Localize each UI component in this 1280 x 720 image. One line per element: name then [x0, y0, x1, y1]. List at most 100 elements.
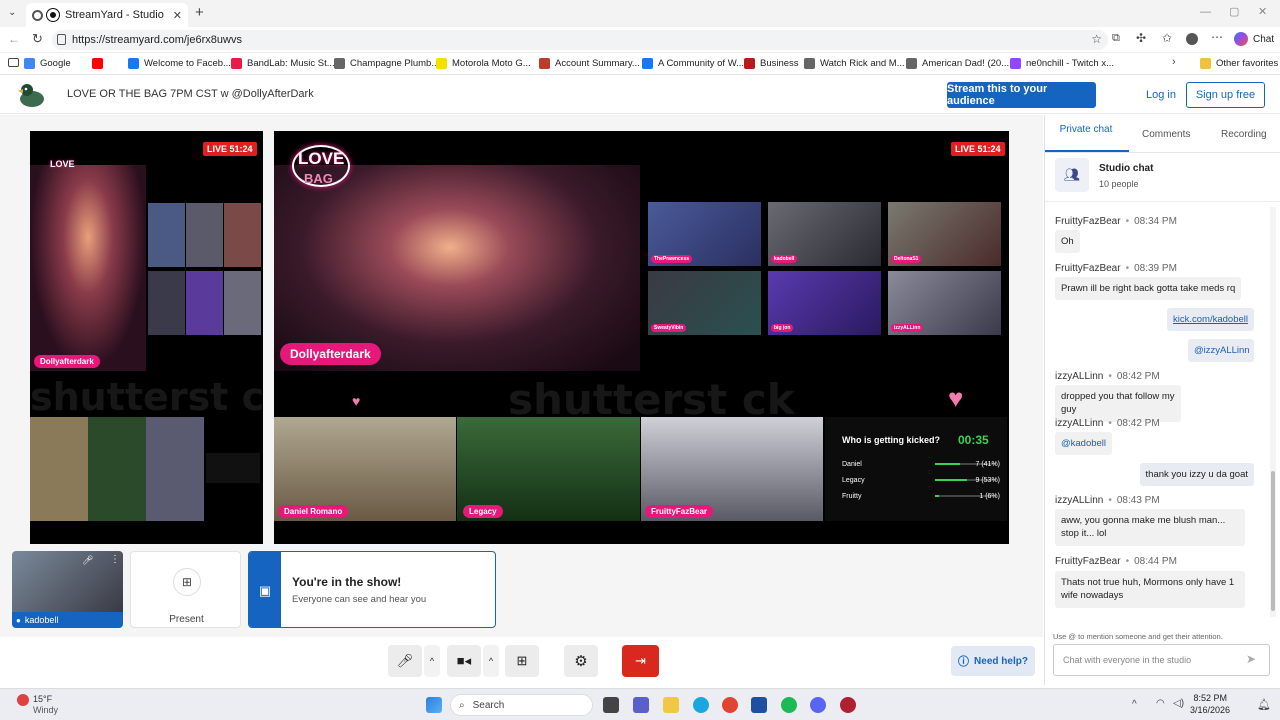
weather-desc[interactable]: Windy — [33, 705, 58, 715]
tab-private-chat[interactable]: Private chat — [1057, 123, 1115, 136]
stream-to-audience-button[interactable]: Stream this to your audience — [947, 82, 1096, 108]
bookmarks-more-chevron-icon[interactable]: › — [1172, 56, 1176, 68]
bookmark-label: Watch Rick and M... — [820, 58, 905, 69]
message-author: FruittyFazBear — [1055, 263, 1121, 274]
discord-icon[interactable] — [810, 697, 826, 713]
notification-bell-icon[interactable]: 🔔︎ — [1257, 698, 1271, 711]
task-view-icon[interactable] — [603, 697, 619, 713]
live-badge: LIVE 51:24 — [203, 142, 257, 156]
collections-icon[interactable] — [8, 58, 19, 67]
bookmark-item[interactable]: Welcome to Faceb... — [128, 58, 231, 69]
weather-alert-icon[interactable] — [17, 694, 29, 706]
bottom-guest-2: Legacy — [457, 417, 640, 521]
profile-icon[interactable] — [1186, 33, 1198, 45]
refresh-icon[interactable]: ↻ — [32, 31, 43, 47]
puzzle-icon[interactable]: ✣ — [1136, 31, 1146, 45]
bookmark-item[interactable] — [92, 58, 108, 69]
bookmark-label: Motorola Moto G... — [452, 58, 531, 69]
message-time: 08:39 PM — [1134, 263, 1177, 274]
bookmark-item[interactable]: ne0nchill - Twitch x... — [1010, 58, 1114, 69]
edge-icon[interactable] — [693, 697, 709, 713]
scrollbar-thumb[interactable] — [1271, 471, 1275, 611]
more-icon[interactable]: ⋯ — [1211, 30, 1223, 44]
browser-tab-strip: ⌄ StreamYard - Studio ✕ + — ▢ ✕ — [0, 0, 1280, 27]
send-icon[interactable]: ➤ — [1246, 652, 1256, 666]
maximize-icon[interactable]: ▢ — [1229, 5, 1239, 18]
wifi-icon[interactable]: ◠ — [1156, 698, 1165, 709]
browser-tab[interactable]: StreamYard - Studio ✕ — [26, 3, 188, 27]
back-icon[interactable]: ← — [8, 32, 20, 46]
poll-option-result: 9 (53%) — [975, 476, 1000, 484]
url-field[interactable]: https://streamyard.com/je6rx8uwvs ☆ — [52, 30, 1108, 50]
message-text: Thats not true huh, Mormons only have 1 … — [1055, 571, 1245, 608]
camera-options-button[interactable]: ^ — [483, 645, 499, 677]
file-explorer-icon[interactable] — [663, 697, 679, 713]
bookmark-item[interactable]: Account Summary... — [539, 58, 640, 69]
self-menu-icon[interactable]: ⋮ — [110, 554, 120, 565]
tab-list-chevron-icon[interactable]: ⌄ — [8, 7, 16, 18]
scene-preview[interactable]: LOVE LIVE 51:24 Dollyafterdark shutterst… — [30, 131, 263, 544]
clock-time[interactable]: 8:52 PM — [1193, 693, 1227, 703]
favorite-star-icon[interactable]: ☆ — [1091, 32, 1102, 46]
bookmark-item[interactable]: Google — [24, 58, 71, 69]
self-camera-tile[interactable]: 🎤︎ ⋮ ● kadobell — [12, 551, 123, 628]
mini-poll — [206, 453, 260, 483]
scrollbar-track[interactable] — [1270, 207, 1276, 617]
separator-dot: • — [1125, 216, 1130, 227]
bookmark-item[interactable]: American Dad! (20... — [906, 58, 1009, 69]
extensions-icon[interactable]: ⧉ — [1112, 32, 1120, 45]
copilot-icon[interactable] — [1234, 32, 1248, 46]
app-icon[interactable] — [840, 697, 856, 713]
minimize-icon[interactable]: — — [1200, 6, 1211, 18]
teams-icon[interactable] — [633, 697, 649, 713]
bookmark-item[interactable]: A Community of W... — [642, 58, 744, 69]
mic-options-button[interactable]: ^ — [424, 645, 440, 677]
store-icon[interactable] — [751, 697, 767, 713]
bookmark-item[interactable]: Business — [744, 58, 799, 69]
signup-button[interactable]: Sign up free — [1186, 82, 1265, 108]
message-author: FruittyFazBear — [1055, 216, 1121, 227]
guest-tile — [186, 203, 223, 267]
volume-icon[interactable]: ◁) — [1173, 698, 1184, 709]
tab-recording[interactable]: Recording — [1221, 129, 1267, 140]
camera-button[interactable]: ■◂ — [447, 645, 481, 677]
close-tab-icon[interactable]: ✕ — [173, 9, 182, 22]
close-window-icon[interactable]: ✕ — [1258, 5, 1267, 18]
tray-chevron-icon[interactable]: ^ — [1132, 699, 1137, 710]
clock-date[interactable]: 3/16/2026 — [1186, 705, 1230, 715]
present-button[interactable]: ⊞ Present — [130, 551, 241, 628]
share-screen-button[interactable]: ⊞ — [505, 645, 539, 677]
site-info-icon[interactable] — [57, 34, 66, 45]
bookmark-item[interactable]: Motorola Moto G... — [436, 58, 531, 69]
chevron-up-icon: ^ — [488, 656, 494, 666]
bookmark-item[interactable]: Watch Rick and M... — [804, 58, 905, 69]
chrome-icon[interactable] — [722, 697, 738, 713]
bookmark-item[interactable]: BandLab: Music St... — [231, 58, 335, 69]
message-header: izzyALLinn • 08:42 PM — [1055, 418, 1160, 429]
need-help-button[interactable]: ⓘ Need help? — [951, 646, 1035, 676]
tab-comments[interactable]: Comments — [1142, 129, 1190, 140]
settings-button[interactable]: ⚙ — [564, 645, 598, 677]
chat-label[interactable]: Chat — [1253, 34, 1274, 45]
chat-input[interactable]: Chat with everyone in the studio ➤ — [1053, 644, 1270, 676]
message-header: FruittyFazBear • 08:34 PM — [1055, 216, 1177, 227]
live-scene: LOVE BAG LIVE 51:24 Dollyafterdark ThePr… — [274, 131, 1009, 544]
weather-temp[interactable]: 15°F — [33, 694, 52, 704]
bookmark-favicon-icon — [334, 58, 345, 69]
taskbar-search[interactable]: ⌕ Search — [450, 694, 593, 716]
guest-tile-3: DeltonaS1 — [888, 202, 1001, 266]
mic-button[interactable]: 🎤︎ — [388, 645, 422, 677]
login-link[interactable]: Log in — [1146, 89, 1176, 101]
self-mic-icon[interactable]: 🎤︎ — [82, 555, 93, 566]
new-tab-icon[interactable]: + — [195, 4, 204, 21]
bookmark-item[interactable]: Champagne Plumb... — [334, 58, 439, 69]
contact-card-icon: ▣ — [249, 552, 281, 627]
message-header: FruittyFazBear • 08:44 PM — [1055, 556, 1177, 567]
guest-tile-5: big jon — [768, 271, 881, 335]
chevron-up-icon: ^ — [429, 656, 435, 666]
spotify-icon[interactable] — [781, 697, 797, 713]
leave-studio-button[interactable]: ⇥ — [622, 645, 659, 677]
other-favorites[interactable]: Other favorites — [1200, 58, 1278, 69]
start-icon[interactable] — [426, 697, 442, 713]
favorites-icon[interactable]: ✩ — [1162, 31, 1172, 45]
